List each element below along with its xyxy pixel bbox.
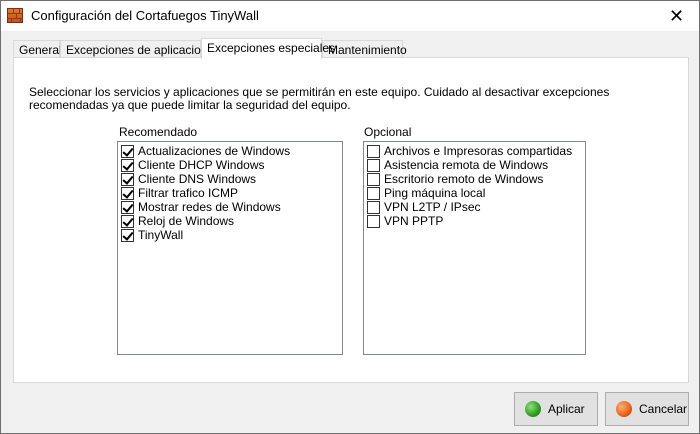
window-title: Configuración del Cortafuegos TinyWall: [31, 8, 259, 23]
checkbox[interactable]: [367, 200, 380, 214]
list-item[interactable]: Escritorio remoto de Windows: [367, 172, 543, 186]
checkbox[interactable]: [121, 186, 134, 200]
close-button[interactable]: ✕: [654, 1, 699, 31]
tab-general[interactable]: General: [13, 40, 62, 58]
checkbox[interactable]: [367, 158, 380, 172]
optional-list[interactable]: Archivos e Impresoras compartidas Asiste…: [363, 141, 586, 355]
tab-application-exceptions[interactable]: Excepciones de aplicaciones: [60, 40, 220, 58]
list-item[interactable]: Actualizaciones de Windows: [121, 144, 290, 158]
list-item[interactable]: Mostrar redes de Windows: [121, 200, 281, 214]
recommended-list[interactable]: Actualizaciones de Windows Cliente DHCP …: [117, 141, 343, 355]
checkbox[interactable]: [121, 228, 134, 242]
firewall-brick-icon: [7, 8, 23, 23]
apply-button[interactable]: Aplicar: [514, 392, 598, 426]
list-item[interactable]: Archivos e Impresoras compartidas: [367, 144, 572, 158]
checkbox[interactable]: [367, 144, 380, 158]
list-item[interactable]: VPN L2TP / IPsec: [367, 200, 481, 214]
list-item[interactable]: Reloj de Windows: [121, 214, 234, 228]
title-bar[interactable]: Configuración del Cortafuegos TinyWall ✕: [1, 1, 699, 31]
list-item[interactable]: Ping máquina local: [367, 186, 485, 200]
green-orb-icon: [525, 401, 541, 417]
list-item[interactable]: TinyWall: [121, 228, 183, 242]
checkbox[interactable]: [367, 214, 380, 228]
list-item[interactable]: Filtrar trafico ICMP: [121, 186, 238, 200]
list-item[interactable]: VPN PPTP: [367, 214, 443, 228]
cancel-button-label: Cancelar: [639, 402, 688, 416]
checkbox[interactable]: [121, 144, 134, 158]
apply-button-label: Aplicar: [548, 402, 585, 416]
checkbox[interactable]: [367, 186, 380, 200]
recommended-label: Recomendado: [119, 125, 198, 139]
list-item[interactable]: Asistencia remota de Windows: [367, 158, 548, 172]
orange-orb-icon: [616, 401, 632, 417]
checkbox[interactable]: [121, 200, 134, 214]
description-text: Seleccionar los servicios y aplicaciones…: [29, 85, 610, 112]
close-icon: ✕: [668, 5, 685, 26]
checkbox[interactable]: [121, 158, 134, 172]
checkbox[interactable]: [121, 214, 134, 228]
checkbox[interactable]: [121, 172, 134, 186]
list-item[interactable]: Cliente DNS Windows: [121, 172, 256, 186]
checkbox[interactable]: [367, 172, 380, 186]
tab-special-exceptions[interactable]: Excepciones especiales: [201, 38, 335, 59]
optional-label: Opcional: [364, 125, 412, 139]
cancel-button[interactable]: Cancelar: [605, 392, 689, 426]
settings-window: Configuración del Cortafuegos TinyWall ✕…: [0, 0, 700, 434]
list-item[interactable]: Cliente DHCP Windows: [121, 158, 265, 172]
